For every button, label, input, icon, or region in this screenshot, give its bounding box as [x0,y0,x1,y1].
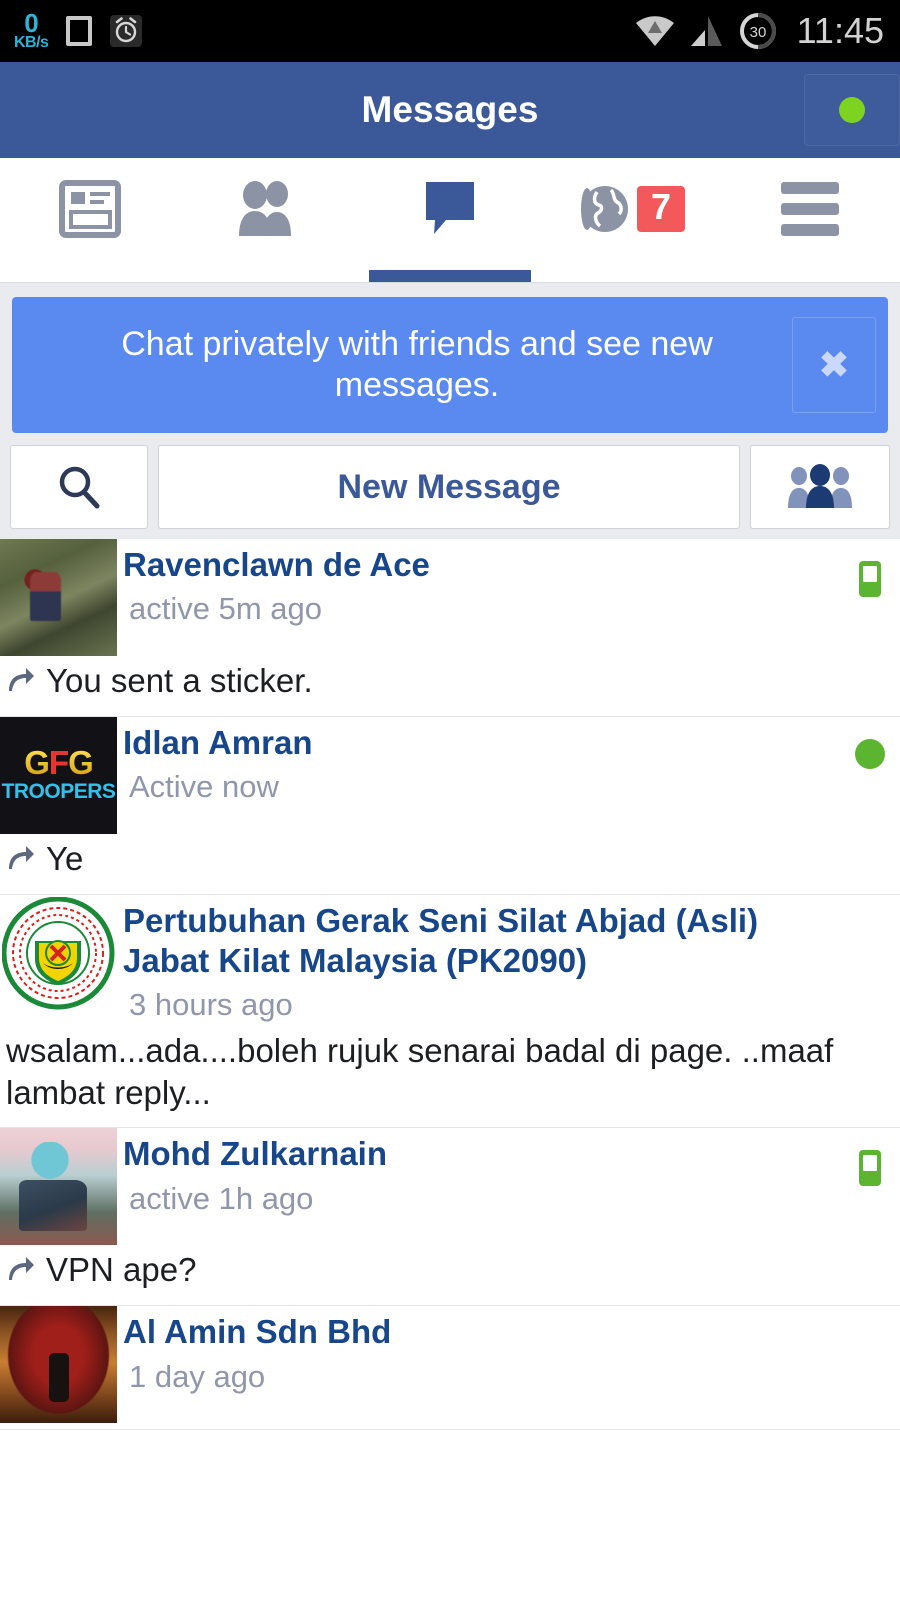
avatar [0,539,117,656]
conversation-row[interactable]: Al Amin Sdn Bhd 1 day ago [0,1306,900,1431]
battery-level-text: 30 [749,24,766,41]
promo-banner-wrapper: Chat privately with friends and see new … [0,283,900,445]
presence-indicator [840,1128,900,1187]
status-bar-right: 30 11:45 [633,10,884,52]
conversation-header: Pertubuhan Gerak Seni Silat Abjad (Asli)… [0,894,900,1026]
search-icon [59,466,100,509]
conversation-snippet: Ye [46,839,84,877]
status-bar-clock: 11:45 [796,10,884,51]
conversation-snippet: VPN ape? [46,1251,197,1289]
tab-friends[interactable] [180,158,360,282]
conversation-header: Al Amin Sdn Bhd 1 day ago [0,1306,900,1424]
conversation-name: Pertubuhan Gerak Seni Silat Abjad (Asli)… [123,901,759,980]
avatar-logo-text-top: GFG [24,743,94,781]
friends-icon [239,181,291,236]
conversation-snippet-row: You sent a sticker. [0,656,900,710]
avatar [0,894,117,1012]
messages-action-row: New Message [0,445,900,539]
active-now-dot-icon [855,738,885,769]
main-tab-bar: 7 [0,158,900,283]
close-icon: ✖ [818,344,850,385]
messages-icon [426,182,474,234]
group-people-icon [788,464,852,508]
cellular-signal-icon [690,16,722,46]
mobile-active-icon [859,561,881,597]
online-status-toggle-button[interactable] [804,74,900,146]
conversation-header: GFG TROOPERS Idlan Amran Active now [0,716,900,834]
conversation-list: Ravenclawn de Ace active 5m ago You sent… [0,539,900,1431]
presence-indicator [840,717,900,769]
reply-arrow-icon [9,668,34,691]
conversation-row[interactable]: Pertubuhan Gerak Seni Silat Abjad (Asli)… [0,894,900,1129]
wifi-icon [635,16,674,46]
new-message-label: New Message [337,467,561,506]
globe-icon [576,186,628,232]
conversation-meta: Mohd Zulkarnain active 1h ago [117,1128,840,1219]
conversation-snippet: You sent a sticker. [46,662,313,699]
reply-arrow-icon [9,1257,34,1281]
conversation-timestamp: 1 day ago [129,1358,266,1394]
hamburger-menu-icon [781,182,839,236]
tab-news-feed[interactable] [0,158,180,282]
presence-indicator [840,539,900,597]
mobile-active-icon [859,1150,881,1187]
association-seal-icon [2,896,115,1010]
tab-notifications[interactable]: 7 [540,158,720,282]
notifications-badge: 7 [636,186,686,232]
conversation-name: Al Amin Sdn Bhd [123,1313,392,1351]
reply-arrow-icon [9,845,34,869]
status-bar-left: 0 KB/s [14,7,143,51]
conversation-header: Mohd Zulkarnain active 1h ago [0,1128,900,1246]
promo-banner-text: Chat privately with friends and see new … [121,324,713,404]
conversation-name: Idlan Amran [123,723,313,761]
news-feed-icon [59,180,121,238]
presence-indicator [840,895,900,917]
promo-banner: Chat privately with friends and see new … [12,297,888,433]
network-speed-indicator: 0 KB/s [14,7,49,51]
conversation-name: Mohd Zulkarnain [123,1135,387,1173]
group-conversation-button[interactable] [750,445,890,529]
online-status-dot-icon [839,97,865,123]
avatar-logo-text-bottom: TROOPERS [1,780,116,804]
alarm-clock-icon [110,15,143,47]
page-title: Messages [361,89,539,130]
conversation-row[interactable]: GFG TROOPERS Idlan Amran Active now Ye [0,716,900,895]
conversation-snippet-row: VPN ape? [0,1245,900,1299]
conversation-name: Ravenclawn de Ace [123,546,430,583]
avatar [0,1306,117,1424]
avatar: GFG TROOPERS [0,716,117,834]
presence-indicator [840,1306,900,1328]
tab-more[interactable] [720,158,900,282]
status-bar: 0 KB/s 30 11:45 [0,0,900,62]
conversation-meta: Idlan Amran Active now [117,717,840,808]
conversation-snippet: wsalam...ada....boleh rujuk senarai bada… [6,1031,834,1111]
network-speed-value: 0 [24,7,39,38]
conversation-header: Ravenclawn de Ace active 5m ago [0,539,900,656]
new-message-button[interactable]: New Message [158,445,740,529]
battery-icon: 30 [739,13,776,49]
search-button[interactable] [10,445,148,529]
conversation-timestamp: Active now [129,769,279,805]
conversation-timestamp: active 5m ago [129,591,322,627]
network-speed-unit: KB/s [14,33,49,51]
avatar [0,1128,117,1246]
notifications-tab-content: 7 [575,180,686,238]
conversation-meta: Al Amin Sdn Bhd 1 day ago [117,1306,840,1397]
conversation-meta: Ravenclawn de Ace active 5m ago [117,539,840,630]
tab-active-underline [369,270,531,282]
conversation-snippet-row: wsalam...ada....boleh rujuk senarai bada… [0,1026,900,1122]
conversation-meta: Pertubuhan Gerak Seni Silat Abjad (Asli)… [117,895,840,1026]
conversation-timestamp: 3 hours ago [129,987,293,1023]
app-header: Messages [0,62,900,158]
sd-card-icon [66,16,93,46]
promo-close-button[interactable]: ✖ [792,317,876,413]
conversation-row[interactable]: Mohd Zulkarnain active 1h ago VPN ape? [0,1128,900,1307]
conversation-timestamp: active 1h ago [129,1180,314,1216]
tab-messages[interactable] [360,158,540,282]
conversation-row[interactable]: Ravenclawn de Ace active 5m ago You sent… [0,539,900,717]
conversation-snippet-row: Ye [0,834,900,888]
